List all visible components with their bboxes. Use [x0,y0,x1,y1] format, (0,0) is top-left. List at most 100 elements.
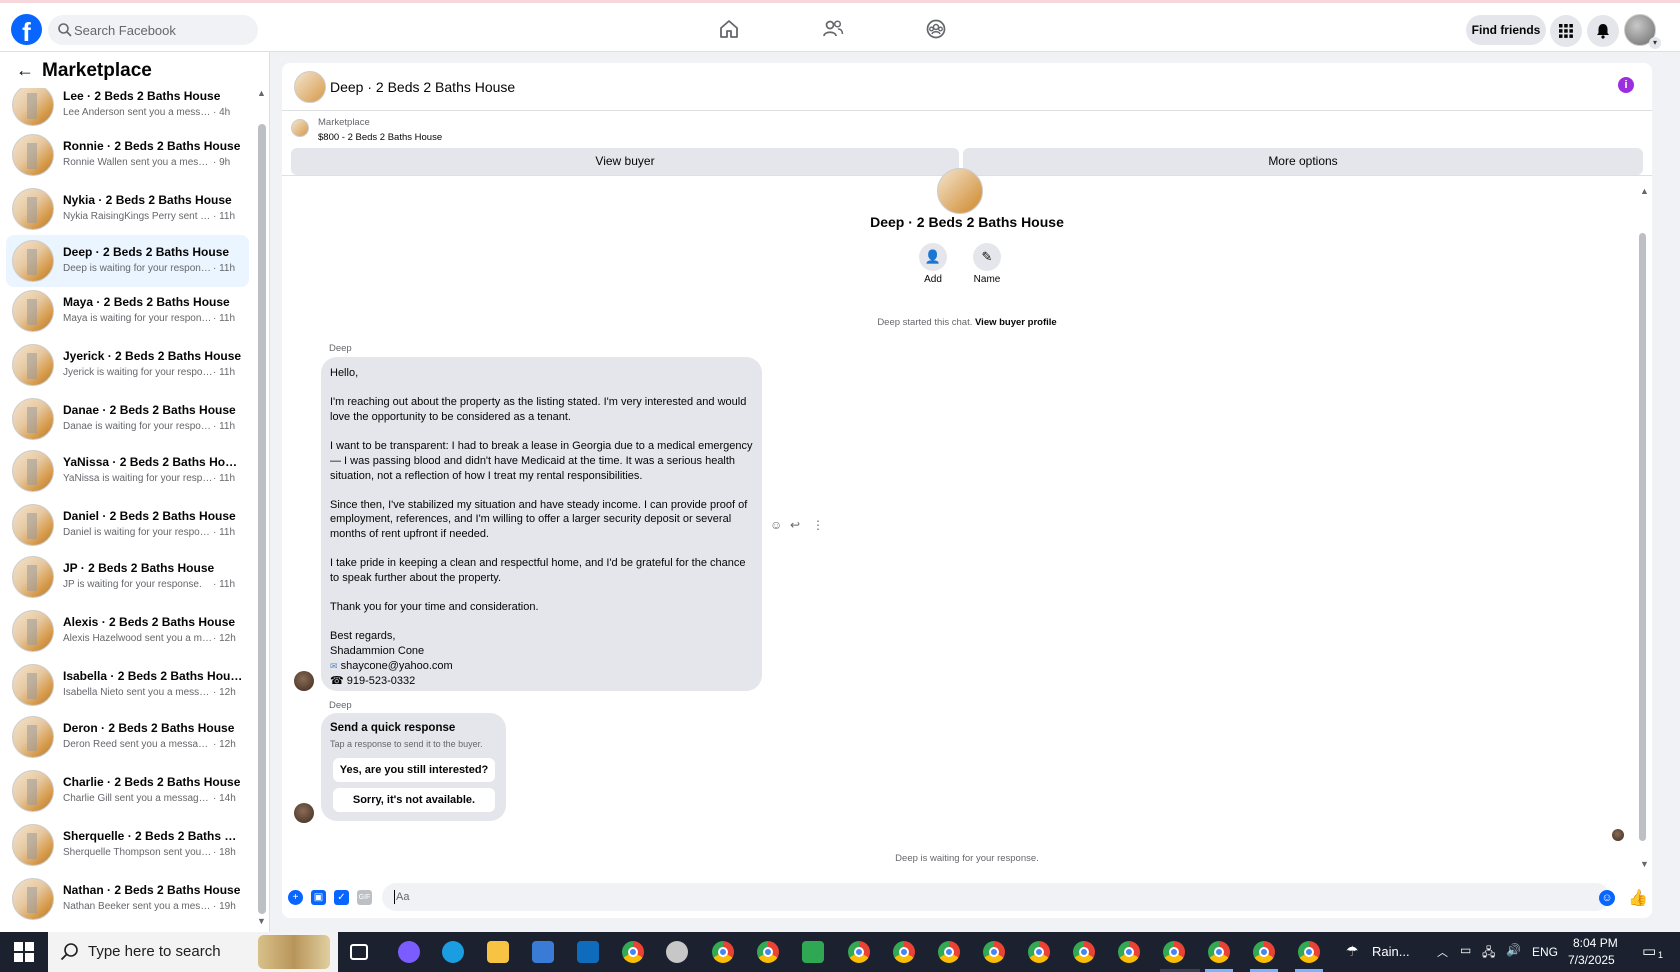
groups-icon[interactable] [925,18,947,40]
chrome-profile-icon[interactable] [1163,941,1185,963]
edge-browser-icon[interactable] [442,941,464,963]
sender-avatar[interactable] [294,671,314,691]
chat-scroll-up-arrow-icon[interactable]: ▲ [1640,186,1649,196]
chrome-profile-icon[interactable] [712,941,734,963]
conversation-item[interactable]: Sherquelle · 2 Beds 2 Baths Hou... Sherqu… [6,819,249,871]
conversation-item[interactable]: Nathan · 2 Beds 2 Baths House Nathan Beek… [6,873,249,925]
conversation-item[interactable]: Deep · 2 Beds 2 Baths House Deep is waiti… [6,235,249,287]
emoji-icon[interactable]: ☺ [1599,890,1615,906]
like-icon[interactable]: 👍 [1628,888,1648,908]
conversation-item[interactable]: Alexis · 2 Beds 2 Baths House Alexis Haze… [6,605,249,657]
chat-title[interactable]: Deep · 2 Beds 2 Baths House [330,79,515,95]
chrome-profile-icon[interactable] [1208,941,1230,963]
buyer-profile-avatar[interactable] [937,168,983,214]
listing-thumbnail[interactable] [291,119,309,137]
message-email[interactable]: shaycone@yahoo.com [341,660,453,672]
conversation-preview: Deron Reed sent you a message ... [63,739,213,750]
conversation-item[interactable]: Deron · 2 Beds 2 Baths House Deron Reed s… [6,711,249,763]
chrome-icon[interactable] [622,941,644,963]
paint-icon[interactable] [666,941,688,963]
message-phone[interactable]: 919-523-0332 [347,675,416,687]
conversation-item[interactable]: Jyerick · 2 Beds 2 Baths House Jyerick is… [6,339,249,391]
clock-time[interactable]: 8:04 PM [1573,936,1618,950]
info-icon[interactable]: i [1618,77,1634,93]
quick-response-sorry-button[interactable]: Sorry, it's not available. [333,788,495,812]
task-view-icon[interactable] [350,944,368,960]
clock-date[interactable]: 7/3/2025 [1568,953,1615,967]
scroll-down-arrow-icon[interactable]: ▼ [257,916,266,926]
message-input[interactable]: Aa [382,883,1610,911]
back-arrow-icon[interactable]: ← [16,60,34,81]
chrome-profile-icon[interactable] [983,941,1005,963]
conversation-item[interactable]: Daniel · 2 Beds 2 Baths House Daniel is w… [6,499,249,551]
profile-avatar[interactable]: ▾ [1624,14,1661,49]
chrome-profile-icon[interactable] [1253,941,1275,963]
conversation-item[interactable]: Ronnie · 2 Beds 2 Baths House Ronnie Wall… [6,129,249,181]
plus-icon[interactable]: + [288,890,303,905]
windows-start-icon[interactable] [14,942,34,962]
chat-scroll-down-arrow-icon[interactable]: ▼ [1640,859,1649,869]
conversation-item[interactable]: Danae · 2 Beds 2 Baths House Danae is wai… [6,393,249,445]
conversation-item[interactable]: Nykia · 2 Beds 2 Baths House Nykia Raisin… [6,183,249,235]
conversation-item[interactable]: JP · 2 Beds 2 Baths House JP is waiting f… [6,551,249,603]
add-person-icon[interactable]: 👤 [919,243,947,271]
sheets-icon[interactable] [802,941,824,963]
chrome-center-icon [1169,947,1179,957]
menu-button[interactable] [1550,15,1582,47]
weather-icon[interactable]: ☂ [1346,943,1359,960]
chrome-center-icon [899,947,909,957]
chrome-profile-icon[interactable] [938,941,960,963]
chrome-profile-icon[interactable] [757,941,779,963]
conversation-item[interactable]: Charlie · 2 Beds 2 Baths House Charlie Gi… [6,765,249,817]
outlook-icon[interactable] [577,941,599,963]
reply-icon[interactable]: ↩ [790,518,800,532]
gif-icon[interactable]: GIF [357,890,372,905]
apps-grid-icon [1559,24,1573,38]
listing-price[interactable]: $800 - 2 Beds 2 Baths House [318,132,442,143]
chat-scrollbar[interactable] [1639,233,1646,841]
conversation-item[interactable]: Isabella · 2 Beds 2 Baths House Isabella … [6,659,249,711]
conversation-preview: Nykia RaisingKings Perry sent yo... [63,211,213,222]
language-indicator[interactable]: ENG [1532,945,1558,959]
network-icon[interactable]: 🖧 [1482,943,1495,964]
friends-icon[interactable] [822,18,844,40]
find-friends-button[interactable]: Find friends [1466,15,1546,45]
chevron-up-icon[interactable]: ︿ [1437,944,1448,960]
view-buyer-profile-link[interactable]: View buyer profile [975,317,1057,328]
chat-avatar[interactable] [294,71,326,103]
chrome-profile-icon[interactable] [1073,941,1095,963]
chrome-profile-icon[interactable] [1298,941,1320,963]
conversation-item[interactable]: Maya · 2 Beds 2 Baths House Maya is waiti… [6,285,249,337]
search-facebook-input[interactable]: Search Facebook [48,15,258,45]
home-icon[interactable] [718,18,740,40]
image-icon[interactable]: ▣ [311,890,326,905]
weather-label[interactable]: Rain... [1372,944,1410,959]
sender-avatar[interactable] [294,803,314,823]
conversation-item[interactable]: YaNissa · 2 Beds 2 Baths House YaNissa is… [6,445,249,497]
notification-center-icon[interactable]: ▭ [1642,942,1656,960]
react-emoji-icon[interactable]: ☺ [770,518,782,532]
scroll-up-arrow-icon[interactable]: ▲ [257,88,266,98]
more-vertical-icon[interactable]: ⋮ [812,518,824,532]
listing-thumbnail [12,716,54,758]
meet-icon[interactable]: ▭ [1460,943,1471,957]
view-buyer-button[interactable]: View buyer [291,148,959,175]
file-explorer-icon[interactable] [487,941,509,963]
listing-thumbnail [12,770,54,812]
copilot-icon[interactable] [398,941,420,963]
volume-icon[interactable]: 🔊 [1506,943,1521,957]
chrome-profile-icon[interactable] [893,941,915,963]
more-options-button[interactable]: More options [963,148,1643,175]
edit-name-icon[interactable]: ✎ [973,243,1001,271]
chrome-profile-icon[interactable] [848,941,870,963]
facebook-logo-icon[interactable]: f [11,14,42,45]
chrome-profile-icon[interactable] [1118,941,1140,963]
sticker-icon[interactable]: ✓ [334,890,349,905]
chrome-profile-icon[interactable] [1028,941,1050,963]
conversation-time: · 9h [213,157,231,168]
taskbar-search-box[interactable]: Type here to search [48,932,338,972]
microsoft-store-icon[interactable] [532,941,554,963]
notifications-button[interactable] [1587,15,1619,47]
quick-response-yes-button[interactable]: Yes, are you still interested? [333,758,495,782]
sidebar-scrollbar[interactable] [258,124,266,914]
